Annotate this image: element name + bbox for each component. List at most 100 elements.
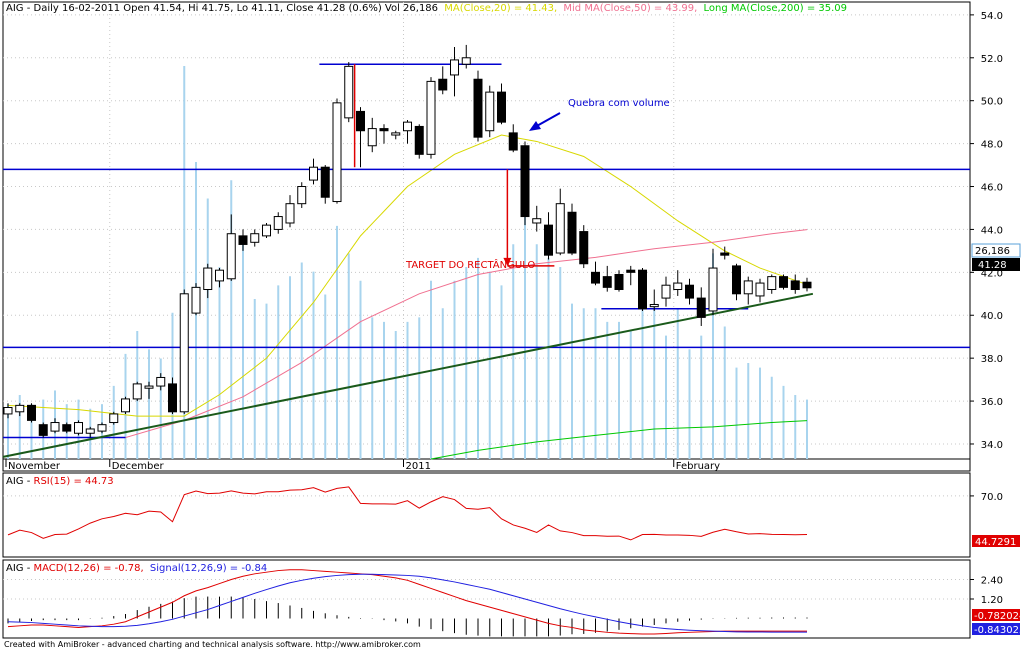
candle-down	[685, 284, 694, 299]
ma-mid-label: Mid MA(Close,50) = 43.99,	[563, 3, 697, 14]
candle-down	[62, 424, 72, 432]
rsi-header-main: AIG -	[6, 476, 34, 487]
candle-down	[602, 276, 612, 288]
breakout-annotation: Quebra com volume	[568, 98, 670, 109]
candle-down	[638, 269, 647, 310]
candle-down	[168, 383, 177, 413]
price-tick-label-50: 50.0	[981, 97, 1003, 108]
candle-down	[414, 125, 424, 155]
date-label-December: December	[112, 461, 165, 472]
candle-up	[15, 404, 25, 413]
candle-up	[755, 282, 765, 297]
price-tick-label-54: 54.0	[981, 11, 1003, 22]
price-tick-label-34: 34.0	[981, 440, 1003, 451]
macd-header: AIG - MACD(12,26) = -0.78, Signal(12,26,…	[6, 563, 267, 574]
candle-up	[156, 376, 166, 387]
macd-tick-label-1.2: 1.20	[981, 595, 1003, 606]
candle-up	[309, 166, 318, 181]
footer-credit: Created with AmiBroker - advanced charti…	[4, 640, 421, 649]
candle-up	[403, 121, 412, 132]
candle-down	[320, 166, 330, 198]
candle-down	[356, 110, 365, 132]
price-tick-label-40: 40.0	[981, 311, 1003, 322]
candle-up	[121, 398, 130, 413]
price-tick-label-36: 36.0	[981, 397, 1003, 408]
candle-up	[767, 276, 777, 291]
candle-up	[215, 269, 224, 282]
macd-header-main: AIG -	[6, 563, 34, 574]
candle-up	[85, 428, 95, 434]
candle-up	[50, 422, 60, 432]
candle-down	[626, 269, 636, 273]
candle-up	[285, 203, 295, 224]
candle-up	[391, 132, 401, 136]
candle-down	[696, 297, 706, 318]
candle-down	[508, 132, 518, 151]
macd-tick-label-2.4: 2.40	[981, 576, 1003, 587]
candle-down	[497, 91, 506, 123]
candle-up	[203, 267, 213, 291]
candle-up	[426, 80, 436, 155]
candle-down	[720, 252, 730, 256]
candle-down	[438, 78, 448, 91]
rsi-tick-label-70: 70.0	[981, 492, 1003, 503]
candle-up	[708, 267, 718, 312]
price-tick-label-52: 52.0	[981, 54, 1003, 65]
rsi-header: AIG - RSI(15) = 44.73	[6, 476, 114, 487]
candle-up	[297, 186, 307, 205]
price-tick-label-44: 44.0	[981, 225, 1003, 236]
candle-up	[3, 407, 13, 415]
candle-down	[567, 211, 577, 254]
volume-value: 26,186	[975, 246, 1010, 257]
candle-down	[732, 265, 741, 295]
candle-down	[520, 145, 530, 218]
candle-up	[532, 218, 542, 224]
candle-up	[179, 293, 189, 413]
rsi-header-label: RSI(15) = 44.73	[34, 476, 114, 487]
rsi-value: 44.7291	[975, 537, 1016, 548]
signal-value: -0.843023	[974, 625, 1024, 636]
candle-up	[132, 383, 142, 400]
rsi-panel	[2, 472, 971, 558]
candle-down	[790, 280, 800, 291]
price-tick-label-46: 46.0	[981, 183, 1003, 194]
ma-short-label: MA(Close,20) = 41.43,	[444, 3, 557, 14]
macd-header-signal: Signal(12,26,9) = -0.84	[150, 563, 267, 574]
macd-value: -0.782024	[974, 611, 1024, 622]
candle-up	[191, 286, 201, 314]
candle-up	[250, 233, 260, 243]
date-label-2011: 2011	[406, 461, 431, 472]
amibroker-chart: 34.036.038.040.042.044.046.048.050.052.0…	[2, 1, 1024, 639]
candle-up	[109, 413, 119, 424]
price-axis: 34.036.038.040.042.044.046.048.050.052.0…	[970, 11, 1003, 451]
close-value: 41.28	[978, 260, 1007, 271]
candle-up	[226, 233, 236, 280]
candle-down	[779, 276, 788, 288]
candle-up	[649, 304, 659, 308]
candle-up	[555, 203, 565, 254]
price-header-main: AIG - Daily 16-02-2011 Open 41.54, Hi 41…	[6, 3, 438, 14]
candle-up	[74, 422, 83, 434]
macd-panel	[2, 559, 971, 639]
candle-up	[273, 216, 283, 230]
candle-down	[544, 224, 553, 256]
candle-up	[461, 57, 471, 65]
price-tick-label-48: 48.0	[981, 140, 1003, 151]
candle-up	[450, 59, 459, 76]
candle-up	[485, 91, 495, 132]
candle-down	[379, 128, 389, 132]
candle-down	[27, 404, 36, 421]
candle-up	[97, 424, 107, 432]
ma-long-label: Long MA(Close,200) = 35.09	[703, 3, 847, 14]
candle-up	[144, 385, 154, 389]
candle-down	[579, 231, 589, 265]
price-header: AIG - Daily 16-02-2011 Open 41.54, Hi 41…	[6, 3, 847, 14]
macd-header-macd: MACD(12,26) = -0.78,	[34, 563, 144, 574]
candle-down	[802, 281, 812, 289]
candle-up	[673, 282, 683, 291]
candle-up	[743, 280, 753, 295]
candle-down	[473, 78, 483, 138]
date-label-November: November	[8, 461, 61, 472]
candle-up	[332, 102, 342, 203]
candle-down	[591, 271, 600, 284]
